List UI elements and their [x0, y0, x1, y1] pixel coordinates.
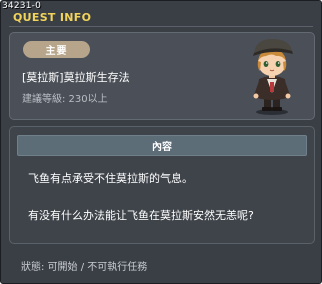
quest-content-panel: 內容 飞鱼有点承受不住莫拉斯的气息。 有没有什么办法能让飞鱼在莫拉斯安然无恙呢?	[9, 126, 315, 244]
quest-status: 狀態: 可開始 / 不可執行任務	[21, 262, 148, 273]
content-line: 飞鱼有点承受不住莫拉斯的气息。	[28, 172, 193, 185]
npc-portrait-icon	[253, 39, 293, 115]
quest-info-window: 34231-0 QUEST INFO 主要 [莫拉斯]莫拉斯生存法 建議等級: …	[0, 0, 322, 284]
quest-id-label: 34231-0	[2, 1, 42, 11]
content-line: 有没有什么办法能让飞鱼在莫拉斯安然无恙呢?	[28, 209, 254, 222]
quest-category-badge: 主要	[23, 41, 90, 58]
window-title: QUEST INFO	[13, 11, 92, 24]
quest-level-requirement: 建議等級: 230以上	[22, 94, 108, 105]
quest-summary-panel: 主要 [莫拉斯]莫拉斯生存法 建議等級: 230以上	[9, 32, 315, 120]
quest-name: [莫拉斯]莫拉斯生存法	[22, 71, 130, 84]
title-divider	[9, 26, 313, 27]
content-header: 內容	[17, 135, 307, 156]
